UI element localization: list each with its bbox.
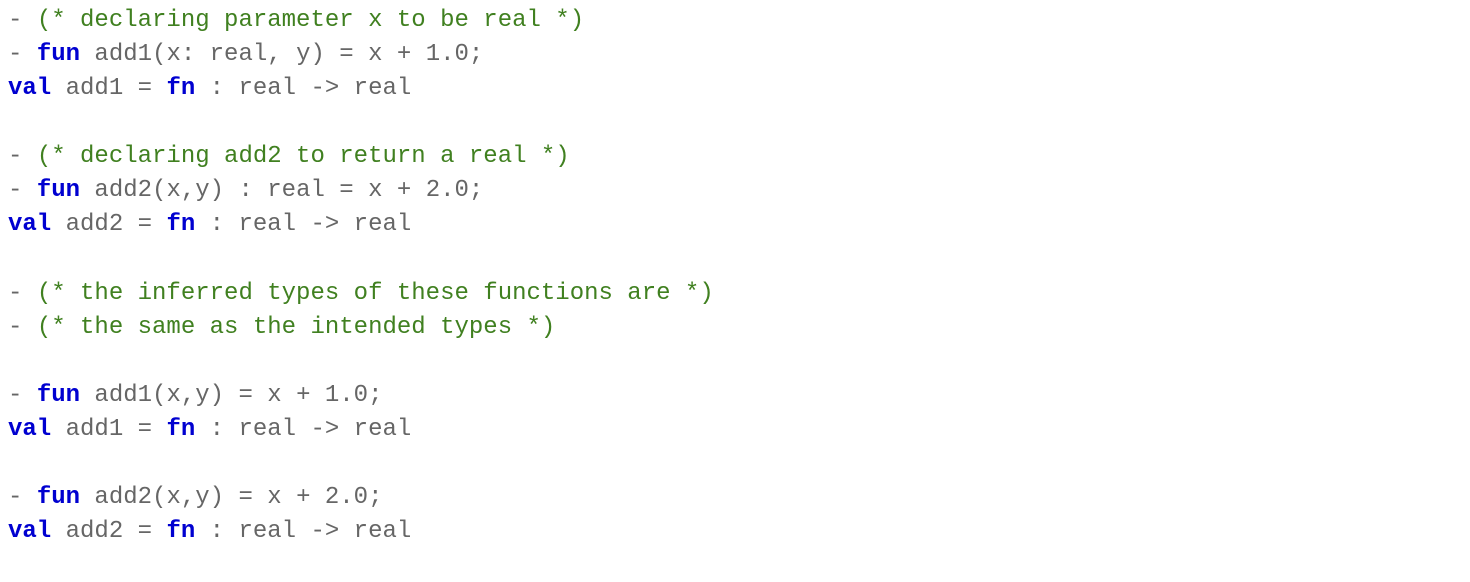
code-line: - fun add2(x,y) : real = x + 2.0; (8, 177, 483, 204)
code-token: add2 = (51, 518, 166, 545)
code-token: (* the inferred types of these functions… (37, 280, 714, 307)
code-token: fun (37, 484, 80, 511)
code-line: - (* the same as the intended types *) (8, 314, 555, 341)
code-token: : real -> real (195, 416, 411, 443)
code-token (8, 348, 22, 375)
code-line: - fun add2(x,y) = x + 2.0; (8, 484, 382, 511)
code-line: - (* the inferred types of these functio… (8, 280, 714, 307)
code-token: - (8, 382, 37, 409)
code-line: val add1 = fn : real -> real (8, 416, 411, 443)
code-line (8, 246, 22, 273)
code-line: val add2 = fn : real -> real (8, 211, 411, 238)
code-line: - fun add1(x,y) = x + 1.0; (8, 382, 382, 409)
code-token: : real -> real (195, 75, 411, 102)
code-token: - (8, 41, 37, 68)
code-line (8, 450, 22, 477)
code-line: - (* declaring parameter x to be real *) (8, 7, 584, 34)
code-token: fn (166, 211, 195, 238)
code-token: val (8, 211, 51, 238)
code-token (8, 450, 22, 477)
code-token: fun (37, 41, 80, 68)
code-token: : real -> real (195, 518, 411, 545)
code-token: (* declaring parameter x to be real *) (37, 7, 584, 34)
code-token: fn (166, 518, 195, 545)
code-token: add1 = (51, 75, 166, 102)
code-line (8, 348, 22, 375)
code-line (8, 109, 22, 136)
code-token: - (8, 484, 37, 511)
code-token: val (8, 416, 51, 443)
code-token: add2(x,y) : real = x + 2.0; (80, 177, 483, 204)
code-token (8, 109, 22, 136)
code-token: add2 = (51, 211, 166, 238)
code-token: - (8, 177, 37, 204)
code-token: - (8, 143, 37, 170)
code-block: - (* declaring parameter x to be real *)… (0, 0, 1470, 553)
code-token: fun (37, 177, 80, 204)
code-token: val (8, 75, 51, 102)
code-token: fn (166, 416, 195, 443)
code-token: : real -> real (195, 211, 411, 238)
code-token: fn (166, 75, 195, 102)
code-token: fun (37, 382, 80, 409)
code-line: - (* declaring add2 to return a real *) (8, 143, 570, 170)
code-token: - (8, 7, 37, 34)
code-token: add1(x,y) = x + 1.0; (80, 382, 382, 409)
code-line: - fun add1(x: real, y) = x + 1.0; (8, 41, 483, 68)
code-token: (* declaring add2 to return a real *) (37, 143, 570, 170)
code-token: (* the same as the intended types *) (37, 314, 555, 341)
code-token: add2(x,y) = x + 2.0; (80, 484, 382, 511)
code-token: - (8, 280, 37, 307)
code-token: val (8, 518, 51, 545)
code-token (8, 246, 22, 273)
code-token: add1 = (51, 416, 166, 443)
code-line: val add1 = fn : real -> real (8, 75, 411, 102)
code-token: add1(x: real, y) = x + 1.0; (80, 41, 483, 68)
code-line: val add2 = fn : real -> real (8, 518, 411, 545)
code-token: - (8, 314, 37, 341)
